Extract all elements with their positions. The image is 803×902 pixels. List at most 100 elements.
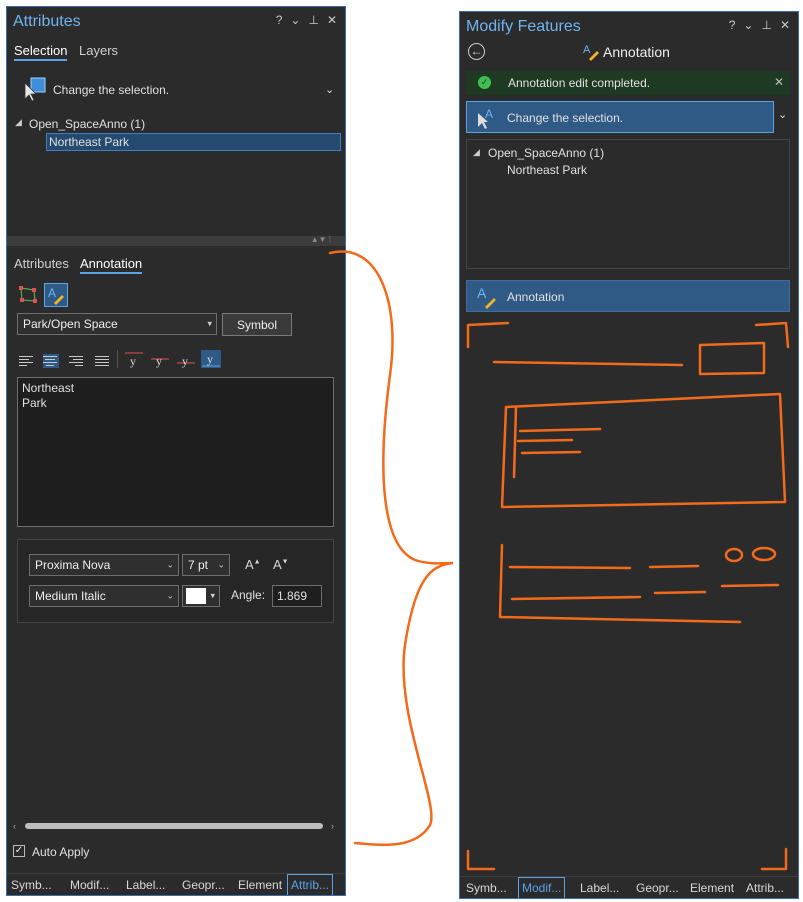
tab-element[interactable]: Element <box>238 878 282 892</box>
options-dropdown-icon[interactable]: ⌄ <box>290 13 300 27</box>
tree-layer[interactable]: Open_SpaceAnno (1) <box>488 146 604 160</box>
align-left-icon[interactable] <box>19 354 35 368</box>
tab-attributes-bottom[interactable]: Attrib... <box>746 881 784 895</box>
annotation-text-area[interactable]: Northeast Park <box>17 377 334 527</box>
tab-geoprocessing[interactable]: Geopr... <box>636 881 679 895</box>
tab-symbology[interactable]: Symb... <box>466 881 507 895</box>
svg-text:y: y <box>156 354 162 368</box>
notice-text: Annotation edit completed. <box>508 76 651 90</box>
splitter[interactable]: ▲▼ ⁞ <box>7 235 345 246</box>
success-notice: ✓ Annotation edit completed. ✕ <box>466 71 790 95</box>
change-selection-label[interactable]: Change the selection. <box>53 83 169 97</box>
font-size-select[interactable]: 7 pt ⌄ <box>182 554 230 576</box>
wireframe-sketch <box>466 321 790 871</box>
tab-annotation[interactable]: Annotation <box>80 256 143 274</box>
pane-title: Modify Features <box>466 18 581 35</box>
close-icon[interactable]: ✕ <box>780 18 790 32</box>
font-name-select[interactable]: Proxima Nova ⌄ <box>29 554 179 576</box>
select-annotation-icon: A <box>478 107 493 129</box>
font-style-select[interactable]: Medium Italic ⌄ <box>29 585 179 607</box>
font-size-value: 7 pt <box>188 558 209 572</box>
font-name-value: Proxima Nova <box>35 558 111 572</box>
selection-tree: ◢ Open_SpaceAnno (1) Northeast Park <box>466 139 790 269</box>
tree-layer[interactable]: Open_SpaceAnno (1) <box>29 117 145 131</box>
dropdown-arrow-icon: ▾ <box>207 318 212 329</box>
auto-apply-checkbox[interactable]: ✓ <box>13 845 25 857</box>
vertical-align-center-icon[interactable]: y <box>150 350 170 368</box>
tree-collapse-icon[interactable]: ◢ <box>473 147 480 158</box>
dropdown-arrow-icon: ⌄ <box>166 559 174 570</box>
bottom-tabs: Symb... Modif... Label... Geopr... Eleme… <box>7 873 345 895</box>
back-arrow-icon[interactable]: ← <box>468 43 485 60</box>
align-right-icon[interactable] <box>69 354 85 368</box>
bottom-tabs: Symb... Modif... Label... Geopr... Eleme… <box>460 876 798 898</box>
edit-annotation-icon[interactable]: A <box>44 283 68 307</box>
horizontal-scrollbar[interactable] <box>25 823 323 829</box>
edit-vertices-icon[interactable] <box>17 284 39 306</box>
tree-feature-selected[interactable]: Northeast Park <box>46 133 341 151</box>
dismiss-icon[interactable]: ✕ <box>774 75 784 89</box>
scroll-left-icon[interactable]: ‹ <box>13 821 16 831</box>
annotation-tool-bar[interactable]: A Annotation <box>466 280 790 312</box>
tab-labeling[interactable]: Label... <box>126 878 165 892</box>
tree-feature[interactable]: Northeast Park <box>507 163 587 177</box>
attributes-pane: Attributes ? ⌄ ⊥ ✕ Selection Layers Chan… <box>6 6 346 896</box>
font-color-picker[interactable]: ▾ <box>182 585 220 607</box>
angle-label: Angle: <box>231 588 266 602</box>
select-cursor-icon[interactable] <box>21 77 47 103</box>
svg-text:A: A <box>583 44 591 56</box>
help-icon[interactable]: ? <box>276 13 283 27</box>
tree-collapse-icon[interactable]: ◢ <box>15 117 22 128</box>
splitter-arrows-icon[interactable]: ▲▼ ⁞ <box>311 235 331 244</box>
pane-title: Attributes <box>13 13 81 30</box>
color-swatch <box>186 588 206 604</box>
tab-layers[interactable]: Layers <box>79 43 118 58</box>
dropdown-arrow-icon: ▾ <box>210 590 215 601</box>
brace-sketch <box>328 250 454 846</box>
tab-element[interactable]: Element <box>690 881 734 895</box>
tab-modify[interactable]: Modif... <box>518 877 566 898</box>
font-properties-group <box>17 539 334 623</box>
pin-icon[interactable]: ⊥ <box>308 13 318 27</box>
help-icon[interactable]: ? <box>729 18 736 32</box>
angle-input[interactable]: 1.869 <box>272 585 322 607</box>
checkmark-icon: ✓ <box>478 76 491 89</box>
pin-icon[interactable]: ⊥ <box>761 18 771 32</box>
justify-icon[interactable] <box>95 354 111 368</box>
tab-geoprocessing[interactable]: Geopr... <box>182 878 225 892</box>
vertical-align-top-icon[interactable]: y <box>124 350 144 368</box>
svg-text:A: A <box>48 286 56 300</box>
chevron-down-icon[interactable]: ⌄ <box>325 83 334 96</box>
auto-apply-label: Auto Apply <box>32 845 90 859</box>
tab-attributes-bottom[interactable]: Attrib... <box>287 874 334 895</box>
tab-attributes[interactable]: Attributes <box>14 256 69 271</box>
annotation-bar-label: Annotation <box>507 290 565 304</box>
svg-text:y: y <box>130 354 136 368</box>
increase-font-size-icon[interactable]: A▲ <box>245 557 261 572</box>
tab-symbology[interactable]: Symb... <box>11 878 52 892</box>
change-selection-label: Change the selection. <box>507 111 624 125</box>
tab-modify[interactable]: Modif... <box>70 878 109 892</box>
annotation-edit-icon: A <box>477 285 496 309</box>
dropdown-arrow-icon: ⌄ <box>166 590 174 601</box>
annotation-class-select[interactable]: Park/Open Space ▾ <box>17 313 217 335</box>
vertical-align-bottom-icon[interactable]: y <box>201 350 221 368</box>
pane-header-controls: ? ⌄ ⊥ ✕ <box>729 18 790 32</box>
align-center-icon[interactable] <box>43 354 59 368</box>
annotation-class-value: Park/Open Space <box>23 317 118 331</box>
tab-labeling[interactable]: Label... <box>580 881 619 895</box>
svg-text:A: A <box>477 285 487 301</box>
annotation-tool-icon: A <box>582 41 602 61</box>
tab-selection[interactable]: Selection <box>14 43 68 61</box>
vertical-align-baseline-icon[interactable]: y <box>176 350 196 368</box>
symbol-button[interactable]: Symbol <box>222 313 292 336</box>
options-dropdown-icon[interactable]: ⌄ <box>743 18 753 32</box>
change-selection-button[interactable]: A Change the selection. <box>466 101 774 133</box>
chevron-down-icon[interactable]: ⌄ <box>778 108 787 121</box>
modify-features-pane: Modify Features ? ⌄ ⊥ ✕ ← A Annotation ✓… <box>459 11 799 899</box>
close-icon[interactable]: ✕ <box>327 13 337 27</box>
pane-header-controls: ? ⌄ ⊥ ✕ <box>276 13 337 27</box>
svg-text:y: y <box>207 352 213 366</box>
decrease-font-size-icon[interactable]: A▼ <box>273 557 289 572</box>
breadcrumb-annotation: Annotation <box>603 44 670 60</box>
